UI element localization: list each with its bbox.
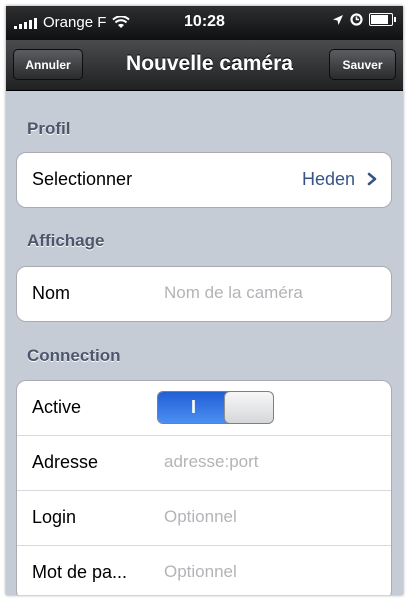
active-row: Active I xyxy=(17,381,391,436)
section-title-affichage: Affichage xyxy=(27,231,105,250)
phone-screen: Orange F 10:28 Annuler Nouvelle caméra S… xyxy=(6,6,403,595)
name-row: Nom xyxy=(17,267,391,321)
location-arrow-icon xyxy=(333,14,343,25)
password-input[interactable] xyxy=(162,561,381,583)
status-bar: Orange F 10:28 xyxy=(6,6,403,40)
lock-icon xyxy=(350,13,363,26)
name-label: Nom xyxy=(32,283,71,303)
section-title-profil: Profil xyxy=(27,119,71,138)
active-toggle[interactable]: I xyxy=(157,391,274,424)
login-label: Login xyxy=(32,507,77,527)
address-input[interactable] xyxy=(162,451,381,473)
address-row: Adresse xyxy=(17,436,391,491)
address-label: Adresse xyxy=(32,452,99,472)
login-input[interactable] xyxy=(162,506,381,528)
section-title-connection: Connection xyxy=(27,346,121,365)
save-button[interactable]: Sauver xyxy=(329,49,396,80)
password-row: Mot de pa... xyxy=(17,546,391,595)
group-connection: Active I Adresse Login Mot de pa... xyxy=(16,380,392,595)
profile-select-label: Selectionner xyxy=(32,169,133,189)
settings-table: Profil Selectionner Heden Affichage Nom … xyxy=(6,91,403,595)
profile-select-value: Heden xyxy=(301,169,355,189)
page-title: Nouvelle caméra xyxy=(126,52,293,75)
group-affichage: Nom xyxy=(16,266,392,322)
status-right xyxy=(332,13,396,26)
chevron-right-icon xyxy=(367,172,377,186)
toggle-on-indicator: I xyxy=(158,392,229,423)
cancel-button[interactable]: Annuler xyxy=(13,49,83,80)
login-row: Login xyxy=(17,491,391,546)
navigation-bar: Annuler Nouvelle caméra Sauver xyxy=(6,40,403,91)
active-label: Active xyxy=(32,397,82,417)
profile-select-row[interactable]: Selectionner Heden xyxy=(17,153,391,207)
password-label: Mot de pa... xyxy=(32,562,128,582)
toggle-knob[interactable] xyxy=(224,392,273,423)
group-profil: Selectionner Heden xyxy=(16,152,392,208)
battery-icon xyxy=(369,13,396,26)
camera-name-input[interactable] xyxy=(162,282,381,304)
